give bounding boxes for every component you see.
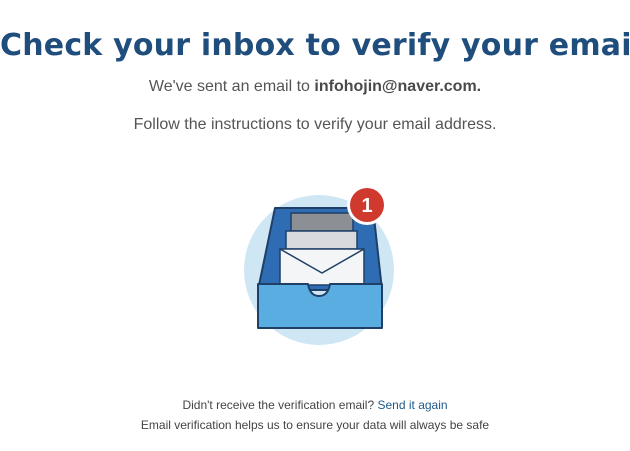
safety-note: Email verification helps us to ensure yo… xyxy=(140,418,490,432)
sent-prefix: We've sent an email to xyxy=(148,78,310,95)
send-again-link[interactable]: Send it again xyxy=(378,398,448,412)
resend-question: Didn't receive the verification email? xyxy=(182,398,375,412)
badge-count: 1 xyxy=(361,195,372,217)
paper-middle xyxy=(285,230,358,250)
recipient-email: infohojin@naver.com. xyxy=(314,78,482,95)
page-title: Check your inbox to verify your email xyxy=(0,28,630,64)
envelope xyxy=(279,248,365,286)
resend-row: Didn't receive the verification email? S… xyxy=(0,398,630,412)
sent-message: We've sent an email to infohojin@naver.c… xyxy=(0,78,630,96)
paper-back xyxy=(290,212,354,232)
inbox-illustration: 1 xyxy=(230,180,400,355)
instructions-text: Follow the instructions to verify your e… xyxy=(133,116,497,133)
inbox-tray-icon: 1 xyxy=(244,185,394,345)
